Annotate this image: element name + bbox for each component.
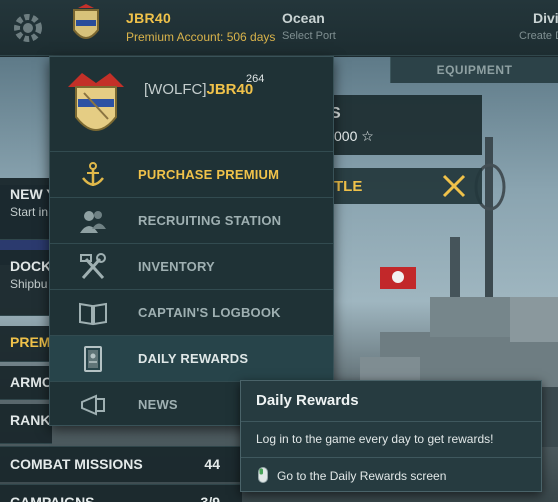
- menu-daily-rewards-label: DAILY REWARDS: [138, 351, 249, 366]
- new-year-sub: Start in: [10, 205, 49, 219]
- ranks-panel[interactable]: RANKS: [0, 404, 52, 444]
- wrench-hammer-icon: [80, 253, 106, 280]
- player-level: 264: [246, 73, 265, 85]
- premium-heading: PREM: [10, 334, 51, 350]
- campaigns-row[interactable]: CAMPAIGNS 3/9: [0, 484, 242, 502]
- tooltip-action-link[interactable]: Go to the Daily Rewards screen: [277, 469, 446, 483]
- tooltip-title: Daily Rewards: [256, 392, 359, 409]
- mouse-icon: [258, 467, 268, 483]
- premium-panel[interactable]: PREM: [0, 326, 52, 362]
- armory-panel[interactable]: ARMO: [0, 366, 52, 400]
- new-year-heading: NEW Y: [10, 186, 52, 202]
- anchor-icon: [82, 162, 104, 186]
- clan-player-name: [WOLFC]JBR40: [144, 81, 253, 98]
- menu-inventory-label: INVENTORY: [138, 259, 215, 274]
- armory-heading: ARMO: [10, 374, 52, 390]
- menu-recruiting-station[interactable]: RECRUITING STATION: [50, 197, 333, 243]
- dockyard-panel[interactable]: DOCK Shipbu: [0, 250, 52, 316]
- new-year-panel[interactable]: NEW Y Start in: [0, 178, 52, 240]
- tooltip-divider-2: [241, 457, 541, 458]
- premium-status: Premium Account: 506 days: [126, 30, 276, 44]
- division-title[interactable]: Divi: [533, 10, 558, 26]
- account-menu: [WOLFC]JBR40 264 PURCHASE PREMIUM RECRUI…: [49, 56, 334, 426]
- menu-inventory[interactable]: INVENTORY: [50, 243, 333, 289]
- daily-rewards-tooltip: Daily Rewards Log in to the game every d…: [240, 380, 542, 492]
- campaigns-count: 3/9: [200, 494, 220, 502]
- dockyard-sub: Shipbu: [10, 277, 48, 291]
- tooltip-divider: [241, 421, 541, 422]
- clan-tag: [WOLFC]: [144, 81, 207, 98]
- menu-purchase-premium-label: PURCHASE PREMIUM: [138, 167, 280, 182]
- book-icon: [79, 302, 107, 326]
- account-emblem-icon[interactable]: [66, 4, 106, 48]
- dockyard-heading: DOCK: [10, 258, 52, 274]
- gear-icon[interactable]: [8, 8, 48, 48]
- menu-captains-logbook[interactable]: CAPTAIN'S LOGBOOK: [50, 289, 333, 335]
- top-bar: JBR40 Premium Account: 506 days Ocean Se…: [0, 0, 558, 56]
- menu-captains-logbook-label: CAPTAIN'S LOGBOOK: [138, 305, 281, 320]
- tooltip-body: Log in to the game every day to get rewa…: [256, 432, 494, 446]
- battle-label: TLE: [334, 178, 363, 195]
- ranks-heading: RANKS: [10, 412, 52, 428]
- combat-missions-label: COMBAT MISSIONS: [10, 456, 143, 472]
- port-title[interactable]: Ocean: [282, 10, 325, 26]
- recruits-icon: [80, 211, 106, 233]
- port-subtitle: Select Port: [282, 30, 336, 42]
- menu-daily-rewards[interactable]: DAILY REWARDS: [50, 335, 333, 381]
- combat-missions-row[interactable]: COMBAT MISSIONS 44: [0, 446, 242, 482]
- tab-equipment[interactable]: EQUIPMENT: [390, 57, 558, 83]
- division-subtitle: Create D: [519, 30, 558, 42]
- menu-recruiting-station-label: RECRUITING STATION: [138, 213, 282, 228]
- megaphone-icon: [81, 394, 105, 416]
- combat-missions-count: 44: [204, 456, 220, 472]
- clan-emblem-icon: [68, 73, 124, 131]
- menu-purchase-premium[interactable]: PURCHASE PREMIUM: [50, 151, 333, 197]
- ship-stats-value: 000 ☆: [334, 128, 374, 144]
- calendar-icon: [84, 346, 102, 372]
- menu-news-label: NEWS: [138, 397, 178, 412]
- account-name[interactable]: JBR40: [126, 10, 171, 26]
- campaigns-label: CAMPAIGNS: [10, 494, 95, 502]
- crossed-swords-icon: [442, 174, 466, 198]
